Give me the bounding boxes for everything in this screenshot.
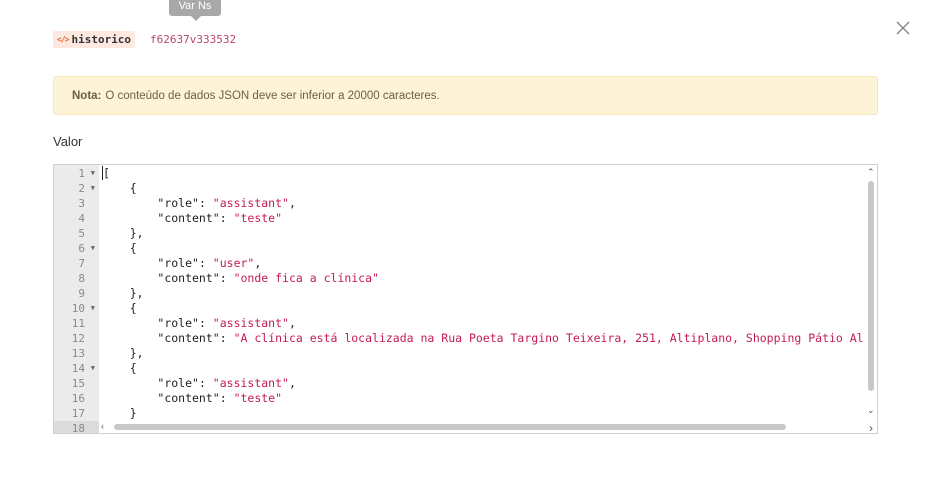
- code-line: "content": "teste": [157, 211, 283, 225]
- fold-arrow-icon[interactable]: ▼: [91, 241, 95, 256]
- close-icon: [896, 21, 910, 35]
- value-label: Valor: [53, 134, 83, 149]
- line-number: 15: [71, 377, 85, 390]
- scroll-down-icon[interactable]: ⌄: [867, 405, 875, 416]
- line-number: 10 ▼: [71, 301, 95, 316]
- line-number: 17: [71, 407, 85, 420]
- code-line: }: [102, 406, 137, 420]
- fold-arrow-icon[interactable]: ▼: [91, 301, 95, 316]
- fold-arrow-icon[interactable]: ▼: [91, 181, 95, 196]
- note-label: Nota:: [72, 89, 102, 102]
- line-number: 1 ▼: [78, 166, 95, 181]
- code-icon: </>: [57, 35, 69, 44]
- line-number: 11: [71, 317, 85, 330]
- line-number: 3: [78, 197, 85, 210]
- line-number: 4: [78, 212, 85, 225]
- vertical-scrollbar[interactable]: ⌃ ⌄: [865, 165, 877, 421]
- code-line: {: [102, 301, 137, 315]
- line-number: 12: [71, 332, 85, 345]
- scroll-up-icon[interactable]: ⌃: [867, 167, 875, 178]
- horizontal-scroll-thumb[interactable]: [114, 424, 786, 430]
- code-line: "role": "assistant",: [157, 376, 296, 390]
- editor-code-area[interactable]: [ { "role": "assistant", "content": "tes…: [102, 165, 865, 421]
- line-number: 18: [54, 421, 99, 433]
- line-number: 13: [71, 347, 85, 360]
- line-number: 14 ▼: [71, 361, 95, 376]
- code-line: {: [102, 241, 137, 255]
- variable-badge: </> historico: [53, 31, 136, 48]
- line-number: 9: [78, 287, 85, 300]
- line-number: 8: [78, 272, 85, 285]
- code-line: },: [102, 286, 144, 300]
- variable-name: historico: [71, 33, 132, 46]
- fold-arrow-icon[interactable]: ▼: [91, 166, 95, 181]
- note-banner: Nota: O conteúdo de dados JSON deve ser …: [53, 76, 878, 115]
- line-number: 7: [78, 257, 85, 270]
- code-line: "role": "assistant",: [157, 316, 296, 330]
- json-editor[interactable]: 1 ▼ 2 ▼ 3 4 5 6 ▼ 7 8 9 10 ▼ 11 12 13 14 ▼ 15 16 17 18 [ { "ro…: [53, 164, 878, 434]
- vertical-scroll-thumb[interactable]: [868, 181, 874, 391]
- line-number: 2 ▼: [78, 181, 95, 196]
- close-button[interactable]: [893, 18, 913, 38]
- code-line: },: [102, 226, 144, 240]
- horizontal-scrollbar[interactable]: ‹ ›: [99, 421, 873, 433]
- code-line: },: [102, 346, 144, 360]
- line-number: 16: [71, 392, 85, 405]
- scroll-right-icon[interactable]: ›: [869, 421, 873, 433]
- editor-gutter: 1 ▼ 2 ▼ 3 4 5 6 ▼ 7 8 9 10 ▼ 11 12 13 14 ▼ 15 16 17 18: [54, 165, 99, 433]
- variable-tooltip: Var Ns: [169, 0, 221, 21]
- code-line: [: [102, 166, 110, 180]
- code-line: "role": "assistant",: [157, 196, 296, 210]
- scroll-left-icon[interactable]: ‹: [101, 421, 104, 431]
- variable-id: f62637v333532: [150, 33, 237, 46]
- line-number: 5: [78, 227, 85, 240]
- code-line: {: [102, 181, 137, 195]
- note-text: O conteúdo de dados JSON deve ser inferi…: [105, 89, 440, 102]
- line-number: 6 ▼: [78, 241, 95, 256]
- code-line: "content": "onde fica a clínica": [157, 271, 379, 285]
- code-line: {: [102, 361, 137, 375]
- code-line: "role": "user",: [157, 256, 262, 270]
- code-line: "content": "A clínica está localizada na…: [157, 331, 864, 345]
- code-line: "content": "teste": [157, 391, 283, 405]
- fold-arrow-icon[interactable]: ▼: [91, 361, 95, 376]
